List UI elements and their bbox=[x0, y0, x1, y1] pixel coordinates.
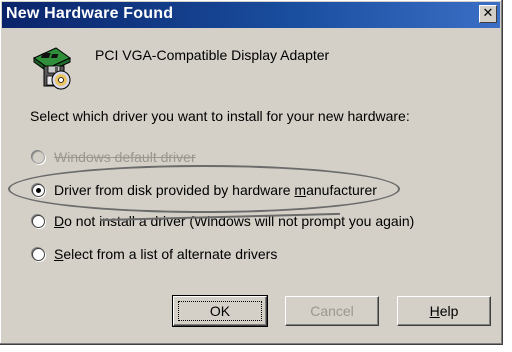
radio-driver-from-disk[interactable] bbox=[32, 183, 45, 197]
hardware-disk-icon bbox=[33, 47, 71, 90]
option-windows-default-driver[interactable]: Windows default driver bbox=[32, 147, 196, 167]
radio-do-not-install[interactable] bbox=[32, 214, 45, 228]
radio-windows-default[interactable] bbox=[32, 150, 45, 164]
new-hardware-dialog: New Hardware Found ✕ PCI VGA-Compatible … bbox=[0, 0, 503, 345]
ok-button[interactable]: OK bbox=[172, 295, 268, 327]
option-label: Select from a list of alternate drivers bbox=[54, 246, 278, 262]
title-bar[interactable]: New Hardware Found ✕ bbox=[2, 2, 500, 28]
help-button[interactable]: Help bbox=[397, 296, 491, 326]
option-label: Do not install a driver (Windows will no… bbox=[54, 213, 415, 229]
option-label: Driver from disk provided by hardware ma… bbox=[54, 182, 377, 198]
option-select-alternate[interactable]: Select from a list of alternate drivers bbox=[32, 244, 277, 264]
option-do-not-install[interactable]: Do not install a driver (Windows will no… bbox=[32, 211, 414, 231]
device-name: PCI VGA-Compatible Display Adapter bbox=[95, 47, 330, 63]
cancel-button[interactable]: Cancel bbox=[285, 296, 379, 326]
window-title: New Hardware Found bbox=[6, 5, 174, 22]
option-label: Windows default driver bbox=[54, 149, 196, 165]
option-driver-from-disk[interactable]: Driver from disk provided by hardware ma… bbox=[32, 180, 377, 200]
close-button[interactable]: ✕ bbox=[479, 5, 497, 23]
close-icon: ✕ bbox=[482, 6, 494, 21]
driver-prompt: Select which driver you want to install … bbox=[30, 108, 410, 124]
radio-select-alternate[interactable] bbox=[32, 247, 45, 261]
